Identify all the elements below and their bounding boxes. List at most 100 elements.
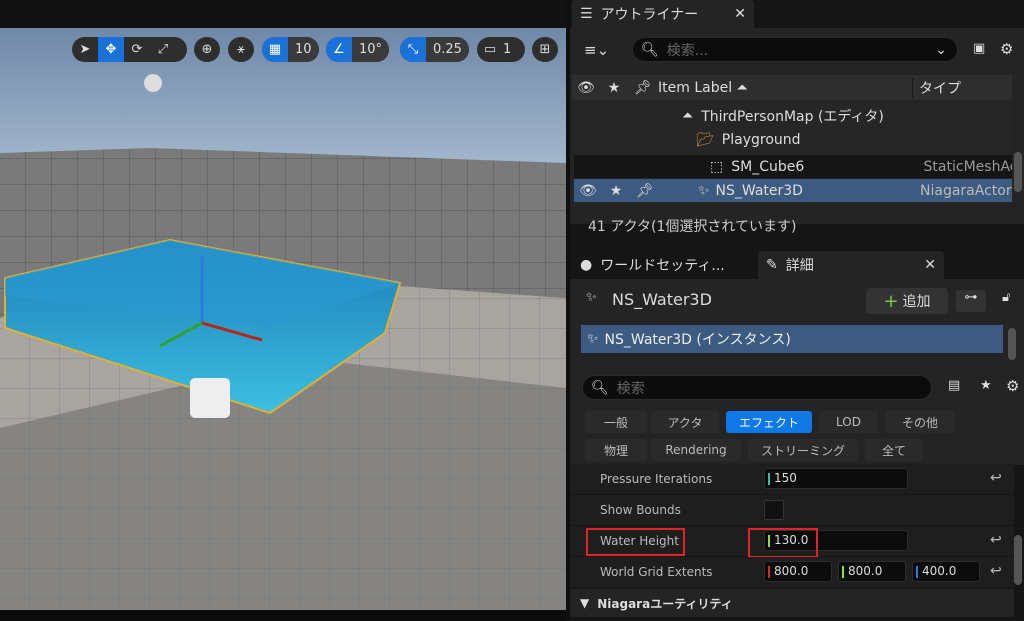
add-component-button[interactable]: + 追加 (866, 288, 948, 314)
grid-extents-z-input[interactable]: 400.0 (912, 561, 980, 582)
grid-snap[interactable]: ▦ 10 (262, 37, 319, 62)
pencil-icon: ✎ (766, 257, 778, 273)
filter-streaming[interactable]: ストリーミング (748, 439, 858, 461)
rotation-snap-value: 10° (352, 37, 390, 62)
scale-tool-icon[interactable]: ⤢ (150, 37, 176, 62)
outliner-scrollbar[interactable] (1014, 152, 1022, 192)
filter-rendering[interactable]: Rendering (651, 439, 741, 461)
section-label: Niagaraユーティリティ (597, 596, 733, 611)
gear-icon[interactable]: ⚙ (1000, 40, 1013, 58)
table-view-icon[interactable]: ▤ (948, 378, 960, 393)
camera-icon: ▭ (483, 42, 497, 57)
chevron-down-icon[interactable]: ⌄ (935, 42, 947, 58)
level-viewport[interactable]: ➤ ✥ ⟳ ⤢ ⊕ ⚹ ▦ 10 ∠ 10° ⤡ 0.25 ▭ 1 ⊞ (0, 28, 566, 610)
search-placeholder: 検索... (666, 42, 709, 59)
list-item[interactable]: ⬚ SM_Cube6 StaticMeshAc (574, 155, 1012, 178)
grid-extents-y-input[interactable]: 800.0 (838, 561, 906, 582)
filter-icon[interactable]: ≡⌄ (584, 41, 609, 59)
world-settings-tab-label: ワールドセッティ... (600, 258, 725, 274)
item-label-header: Item Label (658, 79, 733, 96)
filter-actor[interactable]: アクタ (651, 411, 719, 433)
layout-icon: ⊞ (539, 42, 551, 57)
grid-extents-x-input[interactable]: 800.0 (764, 561, 832, 582)
close-icon[interactable]: ✕ (924, 257, 936, 273)
component-instance-row[interactable]: ✨︎ NS_Water3D (インスタンス) (581, 325, 1003, 353)
details-search-input[interactable]: 🔍︎ 検索 (582, 375, 932, 400)
translate-tool-icon[interactable]: ✥ (98, 37, 124, 62)
gear-icon[interactable]: ⚙ (1006, 377, 1019, 395)
list-item[interactable]: 📂︎ Playground (574, 128, 1012, 151)
angle-icon: ∠ (326, 37, 352, 62)
close-icon[interactable]: ✕ (734, 6, 746, 22)
viewport-top-bar (0, 0, 566, 28)
highlight-box-value (748, 528, 818, 558)
grid-icon: ▦ (262, 37, 288, 62)
tab-world-settings[interactable]: ● ワールドセッティ... (572, 251, 752, 279)
add-label: 追加 (902, 294, 931, 310)
row-label: Playground (721, 131, 801, 148)
tab-details[interactable]: ✎ 詳細 ✕ (758, 251, 944, 279)
column-type[interactable]: タイプ (912, 77, 961, 98)
details-tab-label: 詳細 (785, 258, 814, 274)
scale-snap[interactable]: ⤡ 0.25 (400, 37, 469, 62)
niagara-icon: ✨︎ (698, 182, 710, 199)
property-label: World Grid Extents (600, 565, 713, 579)
column-item-label[interactable]: Item Label ⏶ (658, 80, 912, 96)
scene-render (0, 28, 566, 610)
search-icon: 🔍︎ (641, 41, 659, 58)
globe-icon: ● (580, 257, 593, 273)
star-column-icon[interactable]: ★ (600, 80, 628, 96)
world-local-toggle[interactable]: ⊕ (194, 37, 220, 62)
highlight-box-label (586, 528, 685, 556)
tab-outliner[interactable]: ☰ アウトライナー ✕ (572, 0, 754, 28)
outliner-tab-label: アウトライナー (600, 7, 699, 23)
section-niagara-utilities[interactable]: ▼ Niagaraユーティリティ (570, 589, 1014, 617)
transform-tools: ➤ ✥ ⟳ ⤢ (72, 37, 187, 62)
filter-general[interactable]: 一般 (585, 411, 647, 433)
component-scrollbar[interactable] (1008, 328, 1016, 360)
filter-effect[interactable]: エフェクト (726, 411, 812, 433)
reset-icon[interactable]: ↩ (990, 532, 1002, 548)
actor-name: NS_Water3D (612, 290, 712, 309)
eye-icon[interactable]: 👁︎ (574, 183, 602, 199)
reset-icon[interactable]: ↩ (990, 470, 1002, 486)
list-item-selected[interactable]: 👁︎ ★ 📌︎ ✨︎ NS_Water3D NiagaraActor (574, 179, 1012, 202)
reset-icon[interactable]: ↩ (990, 563, 1002, 579)
property-pressure-iterations: Pressure Iterations 150 ↩ (570, 464, 1014, 495)
lock-icon[interactable]: 🔓︎ (1002, 290, 1010, 305)
scale-snap-icon: ⤡ (400, 37, 426, 62)
filter-physics[interactable]: 物理 (585, 439, 647, 461)
star-icon[interactable]: ★ (980, 378, 992, 393)
pin-icon[interactable]: 📌︎ (630, 183, 660, 199)
globe-icon: ⊕ (201, 42, 213, 57)
star-icon[interactable]: ★ (602, 183, 630, 199)
select-tool-icon[interactable]: ➤ (72, 37, 98, 62)
niagara-icon: ✨︎ (587, 331, 599, 347)
add-folder-icon[interactable]: ▣ (973, 41, 985, 56)
camera-speed[interactable]: ▭ 1 (477, 37, 525, 62)
rotation-snap[interactable]: ∠ 10° (326, 37, 390, 62)
component-label: NS_Water3D (インスタンス) (604, 332, 791, 348)
filter-other[interactable]: その他 (885, 411, 955, 433)
surface-snap-toggle[interactable]: ⚹ (228, 37, 254, 62)
pressure-iterations-input[interactable]: 150 (764, 468, 908, 489)
filter-lod[interactable]: LOD (819, 411, 878, 433)
details-scrollbar[interactable] (1014, 535, 1022, 585)
outliner-icon: ☰ (580, 6, 593, 22)
static-mesh-icon: ⬚ (710, 158, 724, 175)
pin-column-icon[interactable]: 📌︎ (628, 80, 658, 96)
outliner-search-input[interactable]: 🔍︎ 検索... ⌄ (632, 37, 958, 62)
row-label: ThirdPersonMap (エディタ) (701, 108, 884, 125)
hierarchy-icon: ⊶ (964, 290, 978, 305)
outliner-status: 41 アクタ(1個選択されています) (588, 219, 797, 235)
filter-all[interactable]: 全て (865, 439, 923, 461)
collapse-triangle-icon: ▼ (580, 596, 590, 610)
row-type: StaticMeshAc (923, 158, 1012, 175)
list-item[interactable]: ⏶ ThirdPersonMap (エディタ) (574, 104, 1012, 127)
show-bounds-checkbox[interactable] (764, 500, 784, 520)
viewport-layout-button[interactable]: ⊞ (532, 37, 558, 62)
grid-snap-value: 10 (288, 37, 319, 62)
visibility-column-icon[interactable]: 👁︎ (572, 80, 600, 96)
rotate-tool-icon[interactable]: ⟳ (124, 37, 150, 62)
blueprint-button[interactable]: ⊶ (956, 290, 986, 312)
